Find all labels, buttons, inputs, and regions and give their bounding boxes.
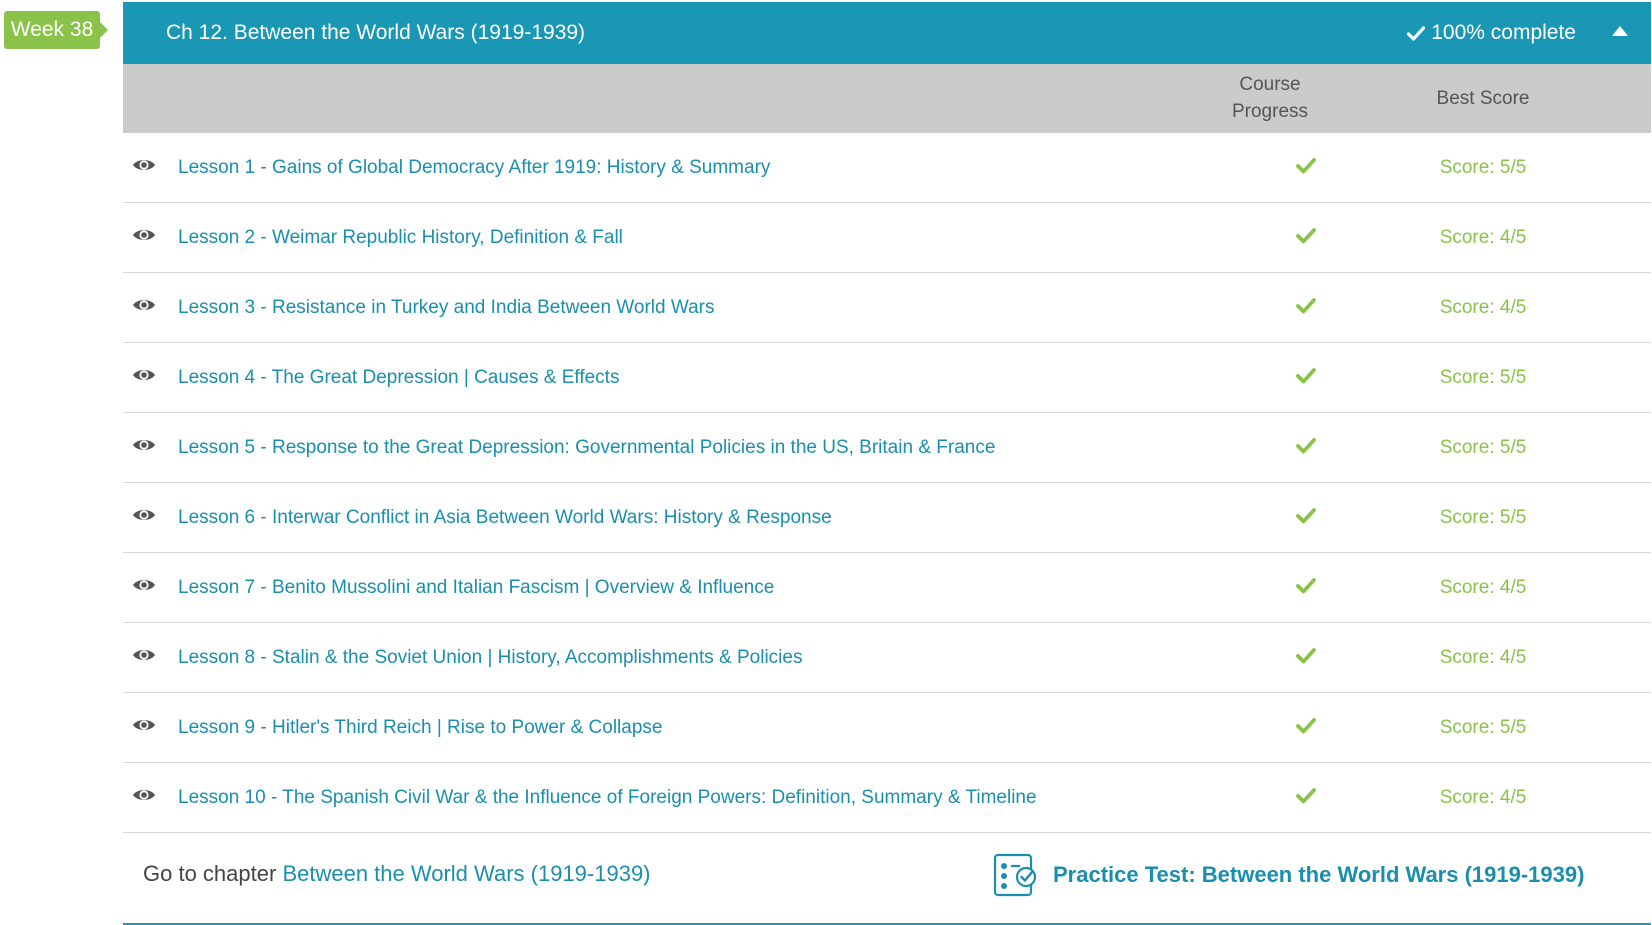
lesson-row: Lesson 1 - Gains of Global Democracy Aft… (123, 133, 1651, 203)
lesson-score: Score: 4/5 (1439, 227, 1527, 248)
lesson-link[interactable]: Lesson 5 - Response to the Great Depress… (178, 413, 995, 482)
lesson-score: Score: 5/5 (1439, 717, 1527, 738)
lesson-score: Score: 4/5 (1439, 297, 1527, 318)
eye-icon[interactable] (132, 297, 156, 313)
checkmark-icon (1296, 298, 1316, 314)
lesson-link[interactable]: Lesson 8 - Stalin & the Soviet Union | H… (178, 623, 802, 692)
checkmark-icon (1296, 508, 1316, 524)
goto-chapter: Go to chapter Between the World Wars (19… (143, 833, 651, 915)
lesson-row: Lesson 7 - Benito Mussolini and Italian … (123, 553, 1651, 623)
eye-icon[interactable] (132, 157, 156, 173)
week-badge: Week 38 (4, 11, 108, 49)
lesson-row: Lesson 8 - Stalin & the Soviet Union | H… (123, 623, 1651, 693)
eye-icon[interactable] (132, 437, 156, 453)
column-score: Best Score (1436, 88, 1530, 109)
lesson-score: Score: 5/5 (1439, 157, 1527, 178)
chapter-footer: Go to chapter Between the World Wars (19… (123, 833, 1651, 925)
lesson-score: Score: 4/5 (1439, 787, 1527, 808)
lesson-row: Lesson 5 - Response to the Great Depress… (123, 413, 1651, 483)
chapter-title: Ch 12. Between the World Wars (1919-1939… (166, 21, 586, 44)
lesson-score: Score: 5/5 (1439, 367, 1527, 388)
lesson-score: Score: 5/5 (1439, 507, 1527, 528)
chapter-panel: Ch 12. Between the World Wars (1919-1939… (123, 2, 1651, 925)
checkmark-icon (1296, 438, 1316, 454)
eye-icon[interactable] (132, 647, 156, 663)
lesson-link[interactable]: Lesson 2 - Weimar Republic History, Defi… (178, 203, 623, 272)
lesson-row: Lesson 10 - The Spanish Civil War & the … (123, 763, 1651, 833)
goto-chapter-link[interactable]: Between the World Wars (1919-1939) (282, 861, 650, 886)
lesson-link[interactable]: Lesson 6 - Interwar Conflict in Asia Bet… (178, 483, 832, 552)
lesson-link[interactable]: Lesson 4 - The Great Depression | Causes… (178, 343, 619, 412)
lesson-link[interactable]: Lesson 7 - Benito Mussolini and Italian … (178, 553, 774, 622)
caret-up-icon[interactable] (1612, 26, 1628, 36)
lesson-score: Score: 4/5 (1439, 577, 1527, 598)
eye-icon[interactable] (132, 787, 156, 803)
checkmark-icon (1296, 578, 1316, 594)
lesson-row: Lesson 6 - Interwar Conflict in Asia Bet… (123, 483, 1651, 553)
lesson-link[interactable]: Lesson 9 - Hitler's Third Reich | Rise t… (178, 693, 662, 762)
checkmark-icon (1407, 26, 1426, 41)
practice-test-link[interactable]: Practice Test: Between the World Wars (1… (993, 853, 1584, 897)
eye-icon[interactable] (132, 717, 156, 733)
practice-test-label: Practice Test: Between the World Wars (1… (1053, 862, 1585, 887)
checkmark-icon (1296, 158, 1316, 174)
checkmark-icon (1296, 788, 1316, 804)
lesson-row: Lesson 9 - Hitler's Third Reich | Rise t… (123, 693, 1651, 763)
lesson-row: Lesson 2 - Weimar Republic History, Defi… (123, 203, 1651, 273)
goto-prefix: Go to chapter (143, 861, 277, 886)
column-header: Course Progress Best Score (123, 64, 1651, 133)
lesson-score: Score: 5/5 (1439, 437, 1527, 458)
column-progress: Course Progress (1231, 74, 1309, 122)
lesson-link[interactable]: Lesson 3 - Resistance in Turkey and Indi… (178, 273, 714, 342)
checkmark-icon (1296, 368, 1316, 384)
lesson-score: Score: 4/5 (1439, 647, 1527, 668)
completion-status: 100% complete (1407, 2, 1576, 64)
eye-icon[interactable] (132, 577, 156, 593)
lesson-list: Lesson 1 - Gains of Global Democracy Aft… (123, 133, 1651, 833)
checkmark-icon (1296, 648, 1316, 664)
checkmark-icon (1296, 228, 1316, 244)
week-label: Week 38 (10, 18, 94, 41)
chapter-header[interactable]: Ch 12. Between the World Wars (1919-1939… (123, 2, 1651, 64)
eye-icon[interactable] (132, 227, 156, 243)
completion-label: 100% complete (1431, 21, 1576, 44)
lesson-row: Lesson 4 - The Great Depression | Causes… (123, 343, 1651, 413)
checkmark-icon (1296, 718, 1316, 734)
eye-icon[interactable] (132, 367, 156, 383)
lesson-link[interactable]: Lesson 10 - The Spanish Civil War & the … (178, 763, 1037, 832)
practice-test-icon (993, 853, 1037, 897)
lesson-link[interactable]: Lesson 1 - Gains of Global Democracy Aft… (178, 133, 770, 202)
lesson-row: Lesson 3 - Resistance in Turkey and Indi… (123, 273, 1651, 343)
eye-icon[interactable] (132, 507, 156, 523)
